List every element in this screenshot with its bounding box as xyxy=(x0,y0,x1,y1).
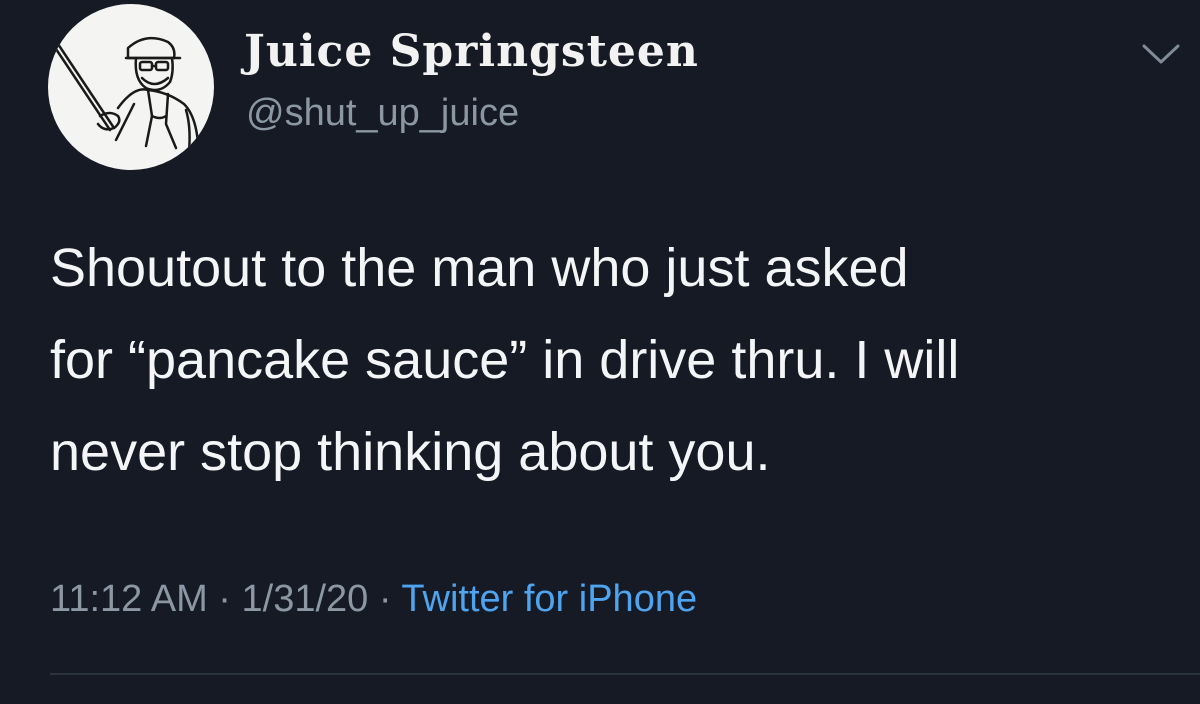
chevron-down-icon[interactable] xyxy=(1138,36,1184,72)
avatar-illustration xyxy=(52,36,200,162)
tweet-time: 11:12 AM xyxy=(50,578,208,620)
avatar[interactable] xyxy=(48,4,214,170)
display-name[interactable]: Juice Springsteen xyxy=(244,30,699,74)
meta-separator: · xyxy=(218,578,231,620)
user-handle[interactable]: @shut_up_juice xyxy=(246,94,519,132)
tweet-source-link[interactable]: Twitter for iPhone xyxy=(401,578,697,620)
divider xyxy=(50,673,1200,675)
tweet-date: 1/31/20 xyxy=(241,578,369,620)
meta-separator: · xyxy=(378,578,392,620)
tweet: Juice Springsteen @shut_up_juice Shoutou… xyxy=(0,0,1200,704)
tweet-text: Shoutout to the man who just asked for “… xyxy=(50,238,960,482)
tweet-meta: 11:12 AM · 1/31/20 · Twitter for iPhone xyxy=(50,580,697,618)
